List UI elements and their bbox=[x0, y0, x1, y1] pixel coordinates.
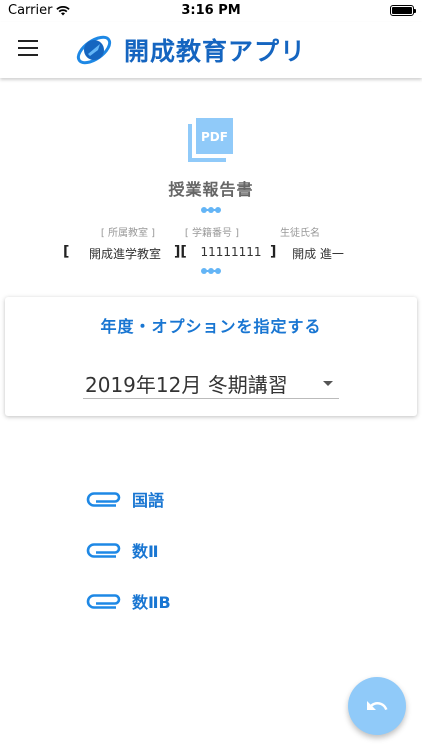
student-number-value: 11111111 bbox=[200, 245, 262, 259]
undo-icon bbox=[367, 701, 388, 710]
term-select[interactable]: 2019年12月 冬期講習 bbox=[83, 367, 339, 399]
student-name-label: 生徒氏名 bbox=[280, 228, 320, 239]
classroom-label: [ 所属教室 ] bbox=[100, 228, 156, 239]
paperclip-icon bbox=[86, 594, 121, 609]
bracket-open: [ bbox=[63, 244, 70, 260]
dropdown-arrow-icon bbox=[323, 381, 333, 386]
student-name-value: 開成 進一 bbox=[292, 247, 344, 261]
subject-label: 数ⅡB bbox=[132, 593, 171, 612]
battery-icon bbox=[390, 5, 416, 16]
subject-item-math-2[interactable]: 数Ⅱ bbox=[86, 537, 159, 563]
classroom-value: 開成進学教室 bbox=[88, 247, 161, 261]
options-card: 年度・オプションを指定する 2019年12月 冬期講習 bbox=[5, 297, 417, 416]
svg-text:PDF: PDF bbox=[201, 130, 228, 144]
divider-dots-bottom bbox=[201, 268, 221, 274]
subject-label: 数Ⅱ bbox=[132, 542, 159, 561]
term-select-value: 2019年12月 冬期講習 bbox=[85, 373, 288, 397]
subject-item-japanese[interactable]: 国語 bbox=[86, 486, 164, 512]
paperclip-icon bbox=[86, 492, 121, 507]
subject-item-math-2b[interactable]: 数ⅡB bbox=[86, 588, 171, 614]
report-title: 授業報告書 bbox=[168, 180, 254, 199]
options-card-title: 年度・オプションを指定する bbox=[100, 317, 322, 336]
divider-dots-top bbox=[201, 207, 221, 213]
paperclip-icon bbox=[86, 543, 121, 558]
bracket-close: ] bbox=[270, 244, 277, 260]
status-time: 3:16 PM bbox=[181, 3, 241, 18]
app-title: 開成教育アプリ bbox=[124, 37, 307, 66]
app-bar: 開成教育アプリ bbox=[0, 22, 422, 78]
pdf-icon[interactable]: PDF bbox=[187, 116, 235, 162]
status-bar: Carrier 3:16 PM bbox=[0, 0, 422, 22]
undo-fab-button[interactable] bbox=[348, 677, 406, 735]
subject-label: 国語 bbox=[132, 491, 165, 510]
menu-button[interactable] bbox=[18, 40, 38, 56]
bracket-middle: ][ bbox=[174, 244, 187, 260]
app-logo-icon bbox=[76, 35, 112, 65]
student-number-label: [ 学籍番号 ] bbox=[184, 228, 240, 239]
